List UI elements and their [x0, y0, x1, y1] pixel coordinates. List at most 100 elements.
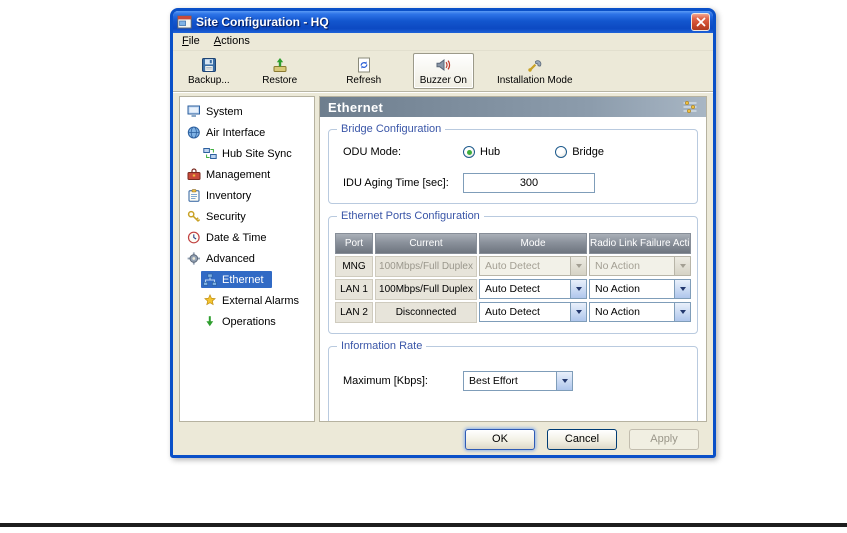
date-time-icon	[187, 231, 201, 244]
column-header: Current	[375, 233, 477, 254]
chevron-down-icon	[556, 372, 572, 390]
chevron-down-icon	[570, 257, 586, 275]
dropdown-value: No Action	[595, 306, 640, 318]
lan1-failure-action-dropdown[interactable]: No Action	[589, 279, 691, 299]
sidebar-item-operations[interactable]: Operations	[180, 311, 314, 332]
buzzer-on-label: Buzzer On	[419, 74, 467, 86]
buzzer-icon	[435, 57, 451, 73]
sidebar-item-management[interactable]: Management	[180, 164, 314, 185]
operations-icon	[203, 315, 217, 328]
window-icon	[177, 15, 192, 29]
current-cell: 100Mbps/Full Duplex	[375, 256, 477, 277]
dropdown-value: Auto Detect	[485, 260, 540, 272]
port-cell: LAN 1	[335, 279, 373, 300]
window-title: Site Configuration - HQ	[196, 15, 329, 29]
chevron-down-icon	[674, 280, 690, 298]
bridge-configuration-group: Bridge Configuration ODU Mode: Hub Bridg…	[328, 123, 698, 204]
sidebar-item-label: Management	[206, 168, 271, 181]
security-icon	[187, 210, 201, 223]
refresh-label: Refresh	[346, 74, 382, 86]
external-alarms-icon	[203, 294, 217, 307]
radio-icon	[463, 146, 475, 158]
navigation-tree: System Air Interface Hub Site Sync Manag…	[179, 96, 315, 422]
column-header: Mode	[479, 233, 587, 254]
sidebar-item-external-alarms[interactable]: External Alarms	[180, 290, 314, 311]
sidebar-item-air-interface[interactable]: Air Interface	[180, 122, 314, 143]
column-header: Radio Link Failure Action	[589, 233, 691, 254]
backup-icon	[201, 57, 217, 73]
current-cell: 100Mbps/Full Duplex	[375, 279, 477, 300]
ports-table: Port Current Mode Radio Link Failure Act…	[335, 233, 691, 323]
maximum-kbps-dropdown[interactable]: Best Effort	[463, 371, 573, 391]
sidebar-item-advanced[interactable]: Advanced	[180, 248, 314, 269]
restore-label: Restore	[262, 74, 298, 86]
ethernet-panel: Ethernet Bridge Configuration ODU Mode: …	[319, 96, 707, 422]
bottom-rule	[0, 523, 847, 527]
system-icon	[187, 105, 201, 118]
sidebar-item-hub-site-sync[interactable]: Hub Site Sync	[180, 143, 314, 164]
close-icon	[696, 17, 706, 27]
desktop: Site Configuration - HQ File Actions Bac…	[0, 0, 847, 533]
titlebar[interactable]: Site Configuration - HQ	[173, 11, 713, 33]
chevron-down-icon	[570, 280, 586, 298]
dropdown-value: No Action	[595, 260, 640, 272]
idu-aging-time-input[interactable]	[463, 173, 595, 193]
panel-title: Ethernet	[328, 99, 384, 115]
dropdown-value: Auto Detect	[485, 306, 540, 318]
toolbar: Backup... Restore Refresh Buzzer On Inst…	[173, 51, 713, 92]
advanced-icon	[187, 252, 201, 265]
radio-icon	[555, 146, 568, 158]
sidebar-item-label: System	[206, 105, 243, 118]
sidebar-item-security[interactable]: Security	[180, 206, 314, 227]
panel-header: Ethernet	[320, 97, 706, 117]
sidebar-item-date-time[interactable]: Date & Time	[180, 227, 314, 248]
idu-aging-time-label: IDU Aging Time [sec]:	[343, 177, 449, 189]
sidebar-item-label: Air Interface	[206, 126, 266, 139]
content-area: System Air Interface Hub Site Sync Manag…	[173, 92, 713, 422]
lan1-mode-dropdown[interactable]: Auto Detect	[479, 279, 587, 299]
menu-actions[interactable]: Actions	[207, 33, 257, 50]
current-cell: Disconnected	[375, 302, 477, 323]
sidebar-item-label: External Alarms	[222, 294, 300, 307]
ethernet-ports-group: Ethernet Ports Configuration Port Curren…	[328, 210, 698, 334]
levels-icon	[682, 100, 698, 114]
sidebar-item-label: Hub Site Sync	[222, 147, 292, 160]
lan2-failure-action-dropdown[interactable]: No Action	[589, 302, 691, 322]
refresh-button[interactable]: Refresh	[337, 53, 391, 89]
buzzer-on-button[interactable]: Buzzer On	[412, 53, 474, 89]
radio-label: Bridge	[572, 146, 604, 158]
restore-icon	[272, 57, 288, 73]
sidebar-item-label: Inventory	[206, 189, 252, 202]
information-rate-group: Information Rate Maximum [Kbps]: Best Ef…	[328, 340, 698, 421]
installation-mode-label: Installation Mode	[496, 74, 573, 86]
close-button[interactable]	[691, 13, 710, 31]
sidebar-item-inventory[interactable]: Inventory	[180, 185, 314, 206]
apply-button[interactable]: Apply	[629, 428, 699, 450]
backup-button[interactable]: Backup...	[181, 53, 237, 89]
chevron-down-icon	[674, 303, 690, 321]
port-cell: MNG	[335, 256, 373, 277]
group-title: Ethernet Ports Configuration	[337, 210, 484, 222]
refresh-icon	[356, 57, 372, 73]
odu-mode-hub-radio[interactable]: Hub	[463, 146, 500, 158]
odu-mode-bridge-radio[interactable]: Bridge	[555, 146, 604, 158]
site-configuration-window: Site Configuration - HQ File Actions Bac…	[170, 8, 716, 458]
lan2-mode-dropdown[interactable]: Auto Detect	[479, 302, 587, 322]
cancel-button[interactable]: Cancel	[547, 428, 617, 450]
port-cell: LAN 2	[335, 302, 373, 323]
restore-button[interactable]: Restore	[253, 53, 307, 89]
odu-mode-label: ODU Mode:	[343, 146, 402, 158]
hub-site-sync-icon	[203, 147, 217, 160]
installation-mode-button[interactable]: Installation Mode	[490, 53, 580, 89]
sidebar-item-label: Advanced	[206, 252, 255, 265]
ok-button[interactable]: OK	[465, 428, 535, 450]
inventory-icon	[187, 189, 201, 202]
backup-label: Backup...	[188, 74, 230, 86]
dialog-footer: OK Cancel Apply	[173, 422, 713, 455]
installation-icon	[527, 57, 543, 73]
sidebar-item-ethernet[interactable]: Ethernet	[180, 269, 314, 290]
sidebar-item-label: Date & Time	[206, 231, 267, 244]
sidebar-item-system[interactable]: System	[180, 101, 314, 122]
menu-file[interactable]: File	[175, 33, 207, 50]
maximum-kbps-label: Maximum [Kbps]:	[343, 375, 428, 387]
